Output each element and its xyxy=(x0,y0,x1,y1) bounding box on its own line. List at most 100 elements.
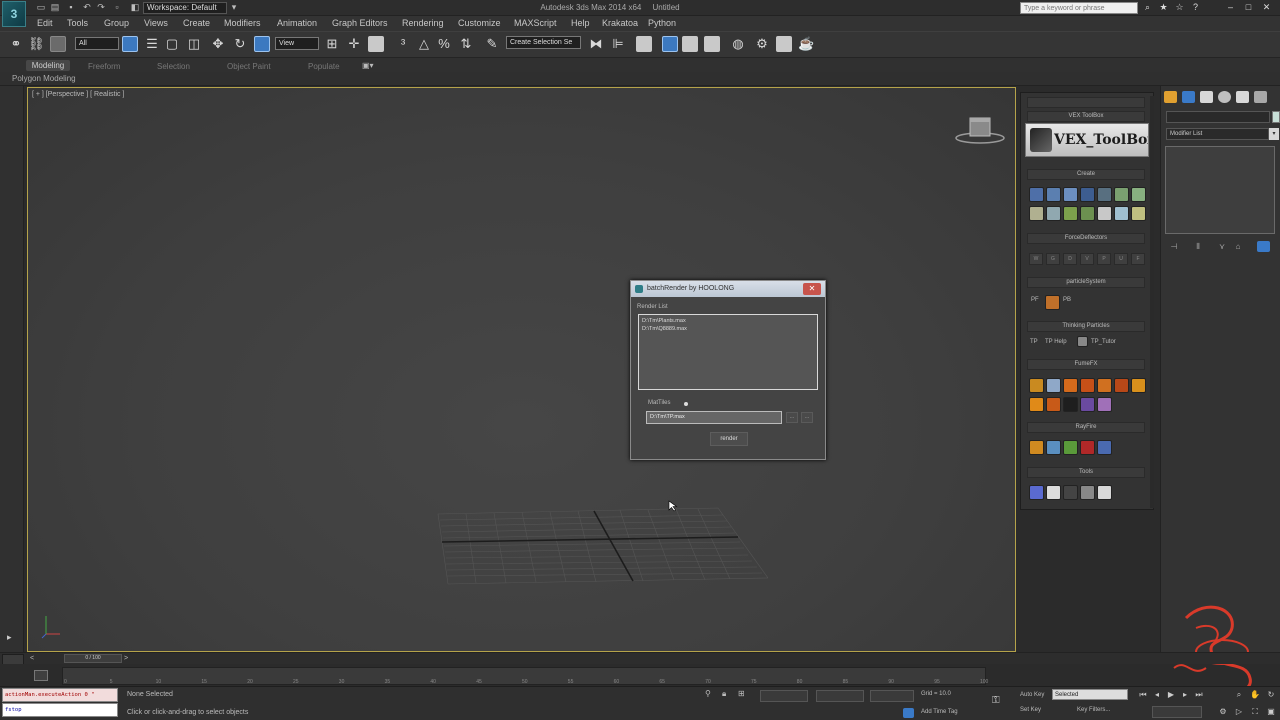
file-path-field[interactable]: D:\Tm\TP.max xyxy=(646,411,782,424)
project-folder-icon[interactable]: ▫ xyxy=(112,2,122,13)
pan-icon[interactable]: ✋ xyxy=(1250,689,1260,700)
fumefx-effector-icon[interactable] xyxy=(1114,378,1129,393)
fumefx-black-icon[interactable] xyxy=(1063,397,1078,412)
rayfire-voxel-icon[interactable] xyxy=(1097,440,1112,455)
menu-graph-editors[interactable]: Graph Editors xyxy=(332,18,388,28)
path-follow-icon[interactable]: P xyxy=(1097,253,1111,265)
tp-label[interactable]: TP xyxy=(1030,339,1038,345)
menu-edit[interactable]: Edit xyxy=(37,18,53,28)
cylinder-icon[interactable] xyxy=(1063,187,1078,202)
dialog-title[interactable]: batchRender by HOOLONG xyxy=(631,281,825,297)
helper-icon[interactable] xyxy=(1063,206,1078,221)
orbit-icon[interactable]: ↻ xyxy=(1266,689,1276,700)
section-rayfire[interactable]: RayFire xyxy=(1027,422,1145,433)
push-icon[interactable]: U xyxy=(1114,253,1128,265)
hierarchy-tab-icon[interactable] xyxy=(1200,91,1213,103)
section-thinking-particles[interactable]: Thinking Particles xyxy=(1027,321,1145,332)
section-particle-system[interactable]: particleSystem xyxy=(1027,277,1145,288)
scene-explorer-icon[interactable] xyxy=(636,36,652,52)
select-link-icon[interactable]: ⚭ xyxy=(8,36,24,52)
wind-icon[interactable]: W xyxy=(1029,253,1043,265)
ribbon-tab-modeling[interactable]: Modeling xyxy=(26,60,70,71)
rayfire-bomb-icon[interactable] xyxy=(1046,440,1061,455)
time-config-icon[interactable]: ⚙ xyxy=(1218,706,1228,717)
material-editor-icon[interactable]: ◍ xyxy=(730,36,746,52)
chevron-down-icon[interactable]: ▾ xyxy=(229,2,239,13)
selection-filter-dropdown[interactable]: All xyxy=(75,37,119,50)
window-crossing-icon[interactable]: ◫ xyxy=(186,36,202,52)
align-icon[interactable]: ⊫ xyxy=(610,36,626,52)
dialog-close-button[interactable]: ✕ xyxy=(803,283,821,295)
fumefx-wavelet-icon[interactable] xyxy=(1046,397,1061,412)
x-coordinate-field[interactable] xyxy=(760,690,808,702)
subscription-icon[interactable]: ★ xyxy=(1158,2,1169,13)
teapot-icon[interactable] xyxy=(1114,187,1129,202)
named-selection-dropdown[interactable]: Create Selection Se xyxy=(506,36,581,49)
play-tool-icon[interactable] xyxy=(1029,485,1044,500)
keyboard-shortcut-icon[interactable] xyxy=(368,36,384,52)
fumefx-explosion-icon[interactable] xyxy=(1097,378,1112,393)
fumefx-grid-icon[interactable] xyxy=(1029,378,1044,393)
tp-tutor-icon[interactable] xyxy=(1077,336,1088,347)
add-time-tag[interactable]: Add Time Tag xyxy=(921,709,958,715)
remove-modifier-icon[interactable]: ⌂ xyxy=(1233,242,1243,252)
menu-customize[interactable]: Customize xyxy=(458,18,501,28)
wrench-icon[interactable] xyxy=(1063,485,1078,500)
next-key-icon[interactable]: ▸ xyxy=(1180,689,1190,700)
section-create[interactable]: Create xyxy=(1027,169,1145,180)
menu-modifiers[interactable]: Modifiers xyxy=(224,18,261,28)
add-button[interactable]: ... xyxy=(801,412,813,423)
zoom-icon[interactable]: ⌕ xyxy=(1234,689,1244,700)
binoculars-icon[interactable]: ⌕ xyxy=(1142,2,1153,13)
tp-tutor-label[interactable]: TP_Tutor xyxy=(1091,339,1116,345)
ribbon-tab-selection[interactable]: Selection xyxy=(157,62,190,71)
reference-coord-dropdown[interactable]: View xyxy=(275,37,319,50)
pin-stack-icon[interactable]: ⊣ xyxy=(1169,242,1179,252)
workspace-dropdown[interactable]: Workspace: Default xyxy=(143,2,227,14)
ribbon-tab-freeform[interactable]: Freeform xyxy=(88,62,120,71)
field-of-view-icon[interactable]: ▷ xyxy=(1234,706,1244,717)
mattiles-checkbox[interactable] xyxy=(684,402,688,406)
edit-named-selection-icon[interactable]: ✎ xyxy=(484,36,500,52)
menu-group[interactable]: Group xyxy=(104,18,129,28)
maxscript-mini-listener-output[interactable]: actionMan.executeAction 0 " xyxy=(2,688,118,702)
minimize-icon[interactable]: – xyxy=(1225,2,1236,13)
render-production-icon[interactable]: ☕ xyxy=(798,36,814,52)
fumefx-light-icon[interactable] xyxy=(1029,397,1044,412)
move-icon[interactable]: ✥ xyxy=(210,36,226,52)
maxscript-mini-listener-input[interactable]: fstop xyxy=(2,703,118,717)
expand-arrow-icon[interactable]: ▸ xyxy=(7,632,12,643)
camera-icon[interactable] xyxy=(1029,206,1044,221)
z-coordinate-field[interactable] xyxy=(870,690,914,702)
display-tab-icon[interactable] xyxy=(1236,91,1249,103)
fumefx-velocity-icon[interactable] xyxy=(1080,397,1095,412)
vortex-icon[interactable]: V xyxy=(1080,253,1094,265)
select-by-name-icon[interactable]: ☰ xyxy=(144,36,160,52)
previous-key-icon[interactable]: ◂ xyxy=(1152,689,1162,700)
torus-icon[interactable] xyxy=(1080,187,1095,202)
modifier-list-dropdown[interactable]: Modifier List xyxy=(1166,128,1269,140)
maximize-viewport-icon[interactable]: ▣ xyxy=(1266,706,1276,717)
scale-icon[interactable] xyxy=(254,36,270,52)
viewport-label[interactable]: [ + ] [Perspective ] [ Realistic ] xyxy=(32,91,124,98)
go-to-end-icon[interactable]: ⏭ xyxy=(1194,689,1204,700)
toolbox-header[interactable]: VEX ToolBox xyxy=(1027,111,1145,122)
object-color-swatch[interactable] xyxy=(1272,111,1280,123)
y-coordinate-field[interactable] xyxy=(816,690,864,702)
time-slider[interactable]: 0 / 100 xyxy=(64,654,122,663)
time-tag-icon[interactable] xyxy=(903,708,914,718)
schematic-view-icon[interactable] xyxy=(704,36,720,52)
batch-tool-icon[interactable] xyxy=(1097,485,1112,500)
rectangular-selection-icon[interactable]: ▢ xyxy=(164,36,180,52)
open-file-icon[interactable]: ▤ xyxy=(50,2,60,13)
text-shape-icon[interactable] xyxy=(1097,206,1112,221)
viewcube-icon[interactable] xyxy=(954,114,1006,146)
rendered-frame-window-icon[interactable] xyxy=(776,36,792,52)
next-frame-icon[interactable]: > xyxy=(124,655,128,662)
menu-tools[interactable]: Tools xyxy=(67,18,88,28)
toolbox-scrollbar[interactable] xyxy=(1150,96,1154,508)
fumefx-fire-icon[interactable] xyxy=(1063,378,1078,393)
undo-icon[interactable]: ↶ xyxy=(82,2,92,13)
mirror-icon[interactable]: ⧓ xyxy=(588,36,604,52)
pivot-center-icon[interactable]: ⊞ xyxy=(324,36,340,52)
